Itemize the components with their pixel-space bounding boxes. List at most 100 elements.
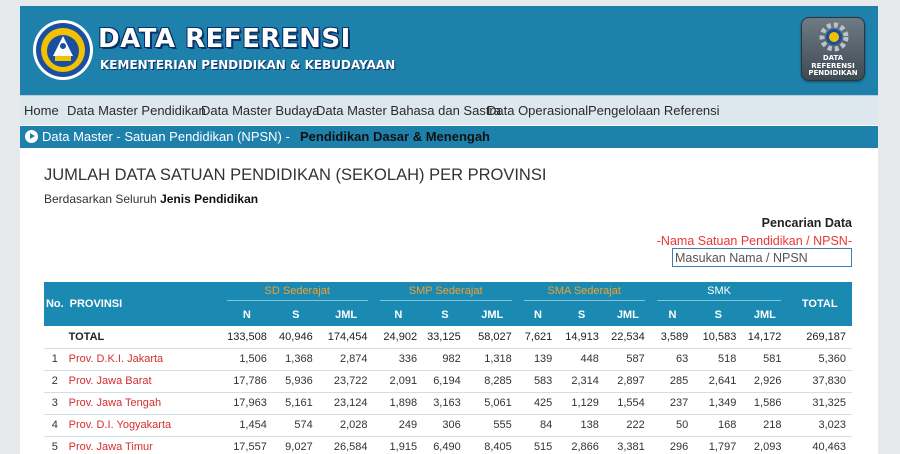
province-link[interactable]: Prov. Jawa Barat (65, 370, 221, 393)
search-input[interactable] (672, 248, 852, 267)
cell-total: 3,023 (787, 414, 852, 437)
arrow-bullet-icon (25, 130, 38, 143)
nav-home[interactable]: Home (24, 103, 59, 118)
cell-value: 1,915 (373, 436, 424, 454)
cell-total: 5,360 (787, 348, 852, 371)
cell-value: 24,902 (373, 326, 424, 349)
cell-value: 5,061 (466, 392, 518, 415)
cell-value: 555 (466, 414, 518, 437)
cell-value: 587 (604, 348, 651, 371)
cell-value: 2,897 (604, 370, 651, 393)
search-title: Pencarian Data (761, 216, 852, 230)
nav-data-master-pendidikan[interactable]: Data Master Pendidikan (67, 103, 206, 118)
col-sd-s: S (272, 304, 319, 326)
col-smk-jml: JML (742, 304, 788, 326)
col-sma-jml: JML (604, 304, 651, 326)
cell-value: 8,405 (466, 436, 518, 454)
col-sma-n: N (517, 304, 559, 326)
col-total: TOTAL (787, 282, 852, 326)
breadcrumb-current: Pendidikan Dasar & Menengah (300, 129, 490, 144)
cell-value: 23,722 (318, 370, 374, 393)
cell-value: 2,093 (742, 436, 788, 454)
table-row: 3 Prov. Jawa Tengah 17,963 5,161 23,124 1,898… (44, 392, 852, 415)
cell-value: 17,786 (220, 370, 273, 393)
total-row: TOTAL 133,508 40,946 174,454 24,902 33,1… (44, 326, 852, 349)
province-link[interactable]: Prov. Jawa Timur (65, 436, 221, 454)
cell-value: 574 (272, 414, 319, 437)
main-nav: Home Data Master Pendidikan Data Master … (20, 95, 878, 125)
cell-value: 2,641 (694, 370, 743, 393)
cell-value: 33,125 (423, 326, 467, 349)
group-smp: SMP Sederajat (373, 282, 518, 304)
table-row: 5 Prov. Jawa Timur 17,557 9,027 26,584 1,915 6… (44, 436, 852, 454)
cell-value: 8,285 (466, 370, 518, 393)
province-link[interactable]: Prov. D.I. Yogyakarta (65, 414, 221, 437)
cell-value: 425 (517, 392, 559, 415)
cell-value: 23,124 (318, 392, 374, 415)
cell-value: 581 (742, 348, 788, 371)
row-no: 5 (44, 436, 66, 454)
cell-value: 1,318 (466, 348, 518, 371)
col-smp-n: N (373, 304, 424, 326)
province-link[interactable]: Prov. D.K.I. Jakarta (65, 348, 221, 371)
cell-value: 2,028 (318, 414, 374, 437)
cell-total: 269,187 (787, 326, 852, 349)
province-link[interactable]: Prov. Jawa Tengah (65, 392, 221, 415)
cell-value: 10,583 (694, 326, 743, 349)
table-row: 1 Prov. D.K.I. Jakarta 1,506 1,368 2,874 336 9… (44, 348, 852, 371)
cell-value: 1,898 (373, 392, 424, 415)
page-title: JUMLAH DATA SATUAN PENDIDIKAN (SEKOLAH) … (44, 166, 547, 184)
cell-value: 40,946 (272, 326, 319, 349)
cell-value: 133,508 (220, 326, 273, 349)
nav-data-master-bahasa[interactable]: Data Master Bahasa dan Sastra (316, 103, 501, 118)
cell-value: 285 (650, 370, 695, 393)
row-no: 4 (44, 414, 66, 437)
cell-value: 249 (373, 414, 424, 437)
cell-value: 9,027 (272, 436, 319, 454)
nav-pengelolaan-referensi[interactable]: Pengelolaan Referensi (588, 103, 720, 118)
cell-value: 2,314 (558, 370, 605, 393)
row-no: 1 (44, 348, 66, 371)
badge-label: DATA REFERENSI PENDIDIKAN (808, 54, 858, 77)
cell-value: 138 (558, 414, 605, 437)
cell-value: 237 (650, 392, 695, 415)
col-smk-s: S (694, 304, 743, 326)
cell-value: 218 (742, 414, 788, 437)
cell-value: 2,874 (318, 348, 374, 371)
breadcrumb-path[interactable]: Data Master - Satuan Pendidikan (NPSN) - (42, 129, 290, 144)
search-subtitle: -Nama Satuan Pendidikan / NPSN- (656, 234, 852, 248)
nav-data-operasional[interactable]: Data Operasional (487, 103, 588, 118)
gear-logo-icon (819, 22, 849, 52)
cell-value: 58,027 (466, 326, 518, 349)
header: DATA REFERENSI KEMENTERIAN PENDIDIKAN & … (20, 6, 878, 95)
cell-value: 1,368 (272, 348, 319, 371)
nav-data-master-budaya[interactable]: Data Master Budaya (201, 103, 320, 118)
cell-value: 2,866 (558, 436, 605, 454)
cell-value: 222 (604, 414, 651, 437)
cell-value: 84 (517, 414, 559, 437)
cell-value: 515 (517, 436, 559, 454)
cell-value: 982 (423, 348, 467, 371)
cell-value: 2,926 (742, 370, 788, 393)
col-smp-jml: JML (466, 304, 518, 326)
cell-value: 336 (373, 348, 424, 371)
cell-total: 40,463 (787, 436, 852, 454)
cell-value: 26,584 (318, 436, 374, 454)
col-no: No. (44, 282, 66, 326)
data-referensi-badge[interactable]: DATA REFERENSI PENDIDIKAN (801, 17, 865, 81)
cell-value: 139 (517, 348, 559, 371)
cell-value: 7,621 (517, 326, 559, 349)
cell-value: 14,913 (558, 326, 605, 349)
cell-value: 168 (694, 414, 743, 437)
cell-value: 296 (650, 436, 695, 454)
cell-value: 3,163 (423, 392, 467, 415)
cell-total: 31,325 (787, 392, 852, 415)
site-subtitle: KEMENTERIAN PENDIDIKAN & KEBUDAYAAN (100, 58, 396, 72)
school-count-table: No. PROVINSI SD Sederajat SMP Sederajat … (44, 282, 852, 454)
cell-value: 3,589 (650, 326, 695, 349)
cell-value: 1,586 (742, 392, 788, 415)
page-subtitle: Berdasarkan Seluruh Jenis Pendidikan (44, 192, 259, 206)
cell-value: 1,129 (558, 392, 605, 415)
cell-value: 22,534 (604, 326, 651, 349)
col-smp-s: S (423, 304, 467, 326)
